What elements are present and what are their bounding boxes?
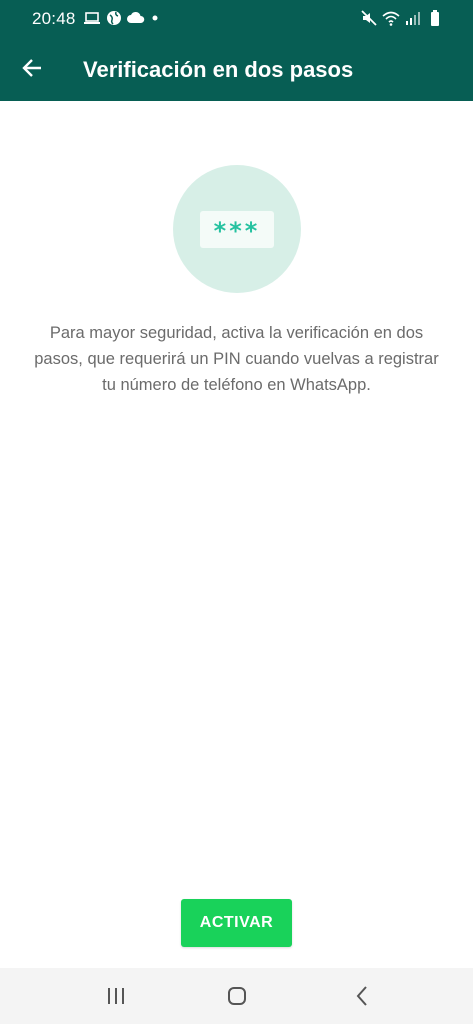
recent-apps-icon [108, 988, 124, 1004]
activate-button[interactable]: ACTIVAR [181, 899, 292, 947]
status-time: 20:48 [32, 9, 76, 28]
mute-icon [359, 8, 379, 28]
globe-icon [104, 8, 124, 28]
app-bar: Verificación en dos pasos [0, 36, 473, 101]
laptop-icon [82, 8, 102, 28]
pin-illustration: *** [173, 165, 301, 293]
status-icons-right [359, 8, 445, 28]
home-button[interactable] [217, 982, 257, 1010]
battery-icon [425, 8, 445, 28]
recent-apps-button[interactable] [96, 982, 136, 1010]
arrow-left-icon [22, 59, 41, 77]
description-text: Para mayor seguridad, activa la verifica… [34, 324, 439, 394]
status-bar: 20:48 [0, 0, 473, 36]
page-title: Verificación en dos pasos [83, 57, 354, 82]
nav-back-button[interactable] [342, 982, 382, 1010]
dot-icon [148, 8, 168, 28]
pin-asterisks: *** [213, 217, 261, 245]
back-button[interactable] [14, 50, 50, 86]
signal-icon [403, 8, 423, 28]
pin-card: *** [200, 211, 274, 248]
home-icon [228, 987, 246, 1005]
back-icon [356, 986, 367, 1006]
cloud-icon [126, 8, 146, 28]
wifi-icon [381, 8, 401, 28]
navigation-bar [0, 968, 473, 1024]
